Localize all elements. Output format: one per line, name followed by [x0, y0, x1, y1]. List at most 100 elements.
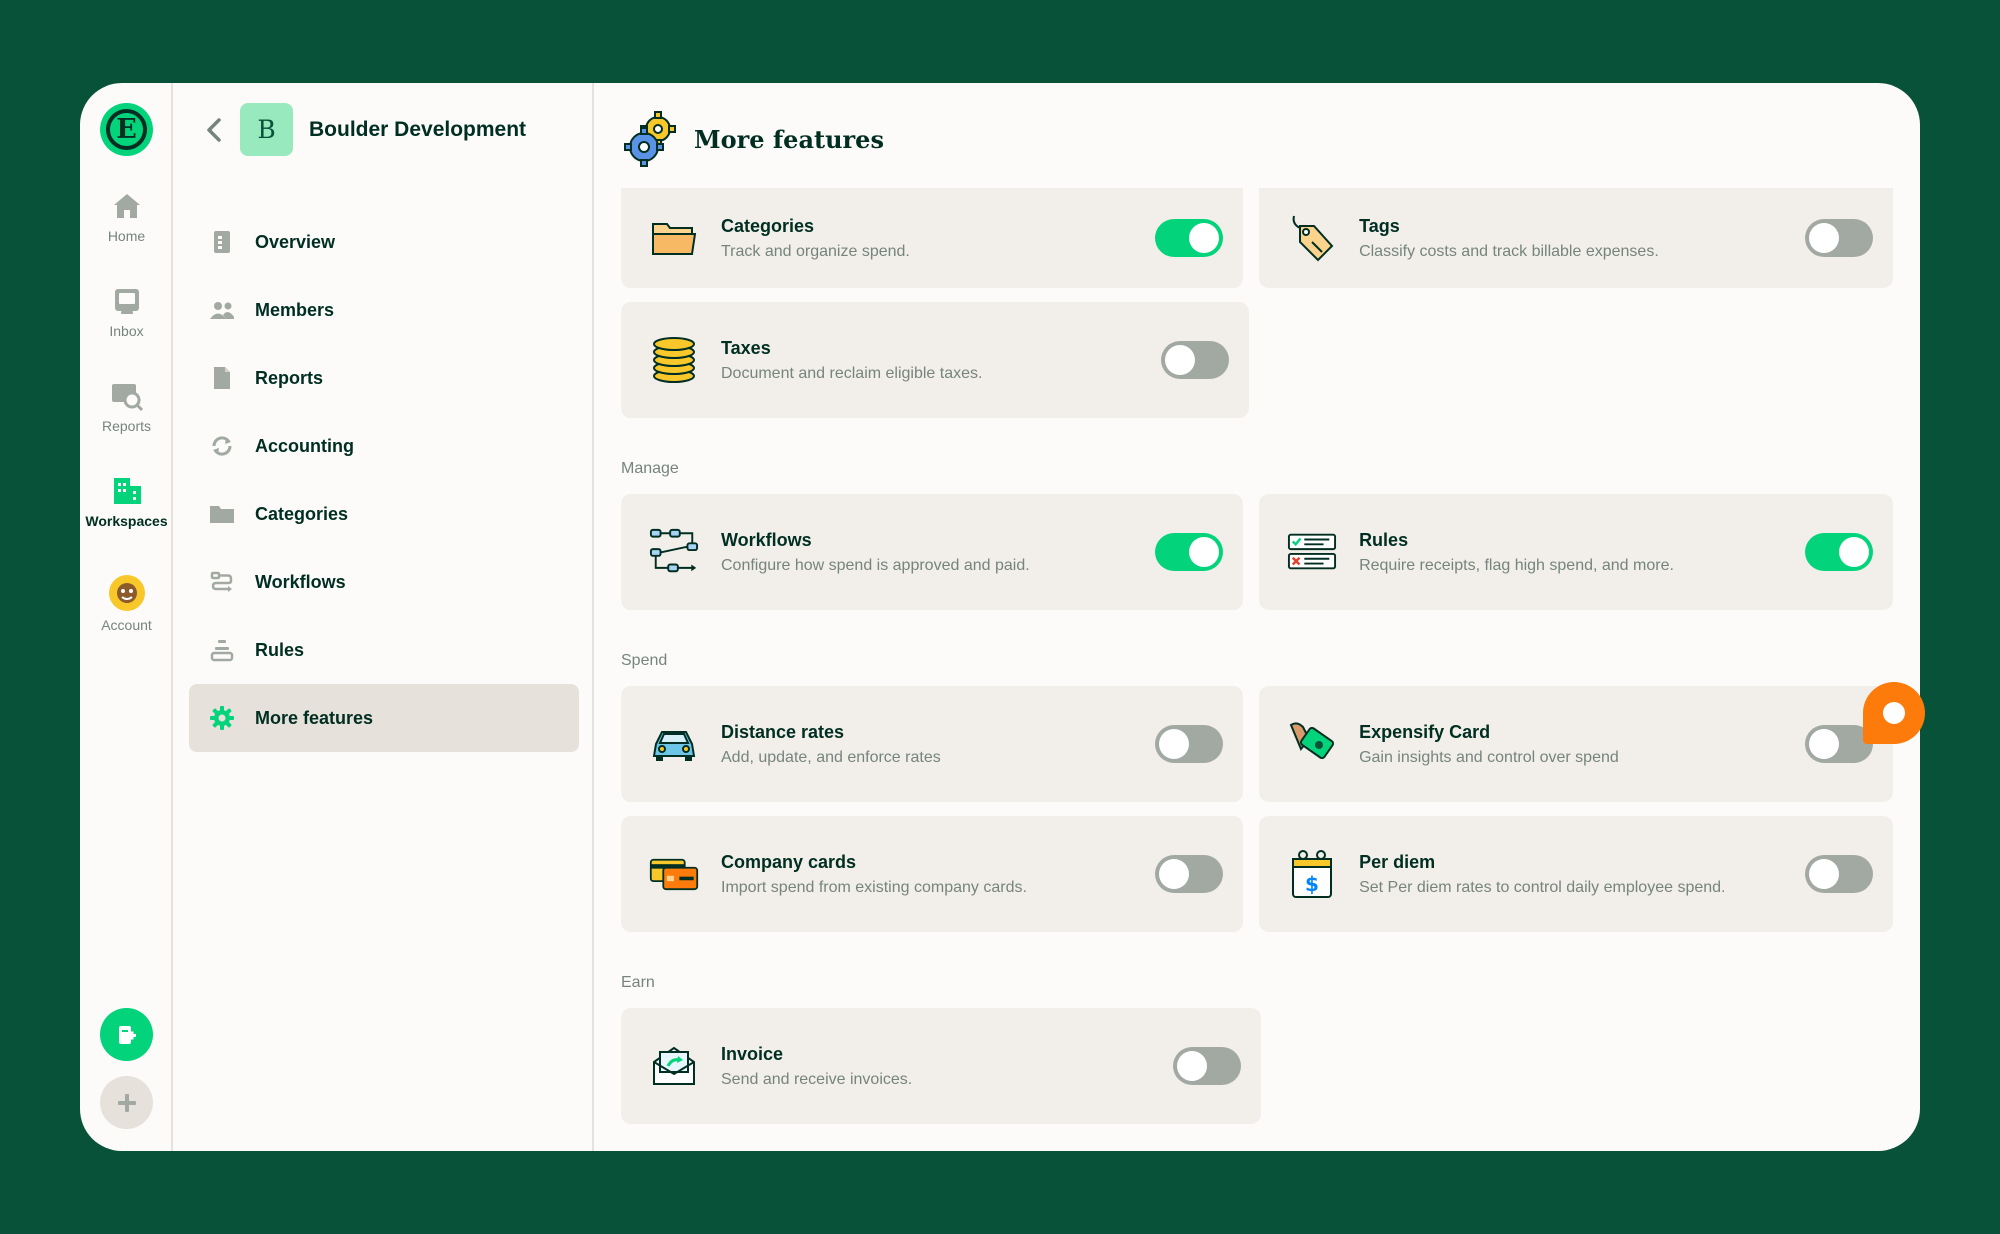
toggle-rules[interactable] [1805, 533, 1873, 571]
workflow-icon [209, 569, 235, 595]
rail-label-inbox: Inbox [109, 323, 144, 339]
feature-desc-per-diem: Set Per diem rates to control daily empl… [1359, 878, 1726, 896]
rail-item-account[interactable]: Account [80, 575, 173, 633]
feature-title-invoice: Invoice [721, 1043, 784, 1064]
hand-card-illustration-icon [1289, 722, 1335, 760]
feature-card-workflows: Workflows Configure how spend is approved… [621, 494, 1244, 610]
help-chat-button[interactable] [1863, 682, 1925, 744]
feature-desc-categories: Track and organize spend. [721, 242, 910, 260]
plus-icon [117, 1093, 136, 1112]
feature-title-expensify-card: Expensify Card [1359, 721, 1491, 742]
main-panel: More features Categories Track and organi… [594, 83, 1920, 1151]
toggle-per-diem[interactable] [1805, 855, 1873, 893]
report-icon [209, 365, 235, 391]
feature-title-per-diem: Per diem [1359, 851, 1436, 872]
page-header: More features [624, 111, 884, 167]
chat-dot-icon [1883, 702, 1905, 724]
feature-desc-rules: Require receipts, flag high spend, and m… [1359, 556, 1674, 574]
receipt-plus-icon [118, 1025, 136, 1044]
folder-icon [209, 501, 235, 527]
feature-title-distance-rates: Distance rates [721, 721, 845, 742]
calendar-dollar-illustration-icon: $ [1292, 850, 1333, 898]
toggle-taxes[interactable] [1161, 341, 1229, 379]
feature-card-invoice: Invoice Send and receive invoices. [621, 1008, 1261, 1124]
company-cards-illustration-icon [649, 858, 699, 891]
toggle-tags[interactable] [1805, 219, 1873, 257]
toggle-company-cards[interactable] [1155, 855, 1224, 893]
menu-item-accounting[interactable]: Accounting [189, 412, 579, 480]
feature-desc-workflows: Configure how spend is approved and paid… [721, 556, 1030, 574]
rail-label-reports: Reports [101, 418, 152, 434]
toggle-categories[interactable] [1155, 219, 1224, 257]
svg-text:$: $ [1305, 872, 1319, 896]
feature-card-distance-rates: Distance rates Add, update, and enforce r… [621, 686, 1244, 802]
gears-illustration-icon [624, 111, 676, 167]
workspace-sidebar: B Boulder Development Overview Members R… [173, 83, 594, 1151]
menu-label-reports: Reports [255, 367, 324, 388]
menu-item-overview[interactable]: Overview [189, 208, 579, 276]
document-icon [209, 229, 235, 255]
feature-card-per-diem: $ Per diem Set Per diem rates to control … [1259, 816, 1893, 932]
toggle-workflows[interactable] [1155, 533, 1224, 571]
page-title: More features [694, 124, 884, 154]
car-illustration-icon [652, 731, 696, 761]
feature-desc-company-cards: Import spend from existing company cards… [721, 878, 1027, 896]
menu-label-workflows: Workflows [255, 571, 346, 592]
toggle-distance-rates[interactable] [1155, 725, 1224, 763]
feature-desc-taxes: Document and reclaim eligible taxes. [721, 364, 983, 382]
feature-title-rules: Rules [1359, 529, 1409, 550]
feature-desc-expensify-card: Gain insights and control over spend [1359, 748, 1619, 766]
feature-desc-tags: Classify costs and track billable expens… [1359, 242, 1659, 260]
back-button[interactable] [201, 117, 227, 143]
rail-item-home[interactable]: Home [80, 190, 173, 244]
menu-item-workflows[interactable]: Workflows [189, 548, 579, 616]
users-icon [209, 297, 235, 323]
feature-title-taxes: Taxes [721, 337, 771, 358]
menu-label-members: Members [255, 299, 335, 320]
rules-icon [209, 637, 235, 663]
workflow-illustration-icon [649, 528, 699, 573]
feature-card-company-cards: Company cards Import spend from existing … [621, 816, 1244, 932]
feature-card-taxes: Taxes Document and reclaim eligible taxes… [621, 302, 1249, 418]
menu-label-accounting: Accounting [255, 435, 354, 456]
menu-item-more-features[interactable]: More features [189, 684, 579, 752]
feature-title-tags: Tags [1359, 215, 1400, 236]
feature-desc-distance-rates: Add, update, and enforce rates [721, 748, 941, 766]
gear-icon [209, 705, 235, 731]
workspace-header: B Boulder Development [201, 103, 526, 156]
building-icon [113, 478, 141, 504]
rail-label-account: Account [101, 617, 152, 633]
workspace-menu: Overview Members Reports Accounting Cate… [189, 208, 579, 752]
toggle-invoice[interactable] [1173, 1047, 1241, 1085]
menu-label-rules: Rules [255, 639, 305, 660]
rail-item-inbox[interactable]: Inbox [80, 285, 173, 339]
menu-item-reports[interactable]: Reports [189, 344, 579, 412]
reports-search-icon [111, 384, 143, 412]
feature-card-tags: Tags Classify costs and track billable ex… [1259, 188, 1893, 288]
coins-illustration-icon [653, 337, 695, 383]
workspace-avatar: B [240, 103, 293, 156]
chevron-left-icon [207, 117, 221, 142]
feature-card-expensify-card: Expensify Card Gain insights and control … [1259, 686, 1893, 802]
menu-item-rules[interactable]: Rules [189, 616, 579, 684]
menu-item-members[interactable]: Members [189, 276, 579, 344]
invoice-envelope-illustration-icon [653, 1046, 695, 1085]
create-expense-button[interactable] [100, 1008, 153, 1061]
expensify-logo[interactable]: E [100, 103, 153, 156]
inbox-icon [114, 289, 139, 314]
menu-item-categories[interactable]: Categories [189, 480, 579, 548]
rail-item-workspaces[interactable]: Workspaces [80, 475, 173, 529]
feature-title-company-cards: Company cards [721, 851, 857, 872]
menu-label-more-features: More features [255, 707, 374, 728]
nav-rail: E Home Inbox Reports Workspaces Account [80, 83, 173, 1151]
rail-label-workspaces: Workspaces [85, 513, 168, 529]
feature-title-categories: Categories [721, 215, 815, 236]
account-avatar [108, 575, 145, 611]
rail-item-reports[interactable]: Reports [80, 380, 173, 434]
feature-desc-invoice: Send and receive invoices. [721, 1070, 913, 1088]
section-label-spend: Spend [621, 652, 668, 669]
tag-illustration-icon [1292, 215, 1334, 262]
add-button[interactable] [100, 1076, 153, 1129]
feature-card-categories: Categories Track and organize spend. [621, 188, 1244, 288]
home-icon [113, 194, 140, 218]
